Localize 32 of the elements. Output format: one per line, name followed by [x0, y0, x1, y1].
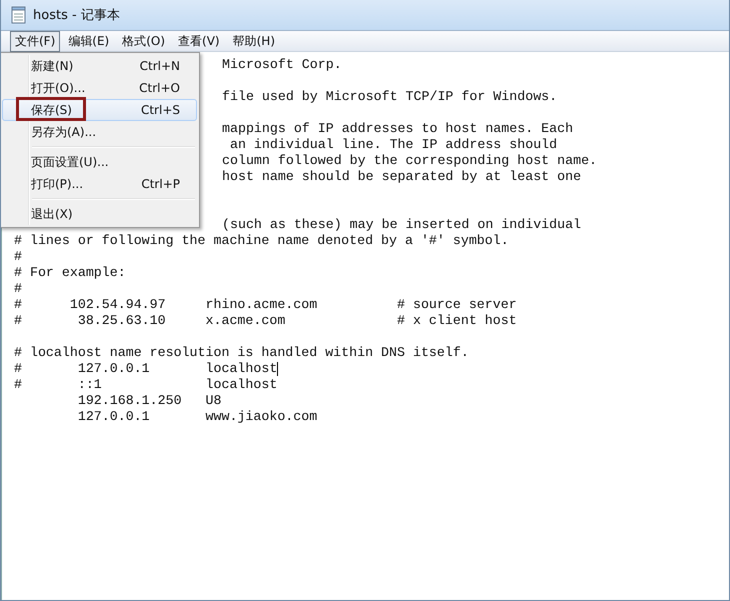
text-line: # 127.0.0.1 localhost	[14, 361, 278, 377]
text-line: # 102.54.94.97 rhino.acme.com # source server	[14, 297, 517, 313]
menu-bar-item[interactable]: 帮助(H)	[228, 30, 280, 52]
window-title: hosts - 记事本	[33, 7, 120, 24]
text-line: an individual line. The IP address should	[228, 137, 558, 153]
text-line: # 38.25.63.10 x.acme.com # x client host	[14, 313, 517, 329]
text-line: # For example:	[14, 265, 126, 281]
text-line: 192.168.1.250 U8	[76, 393, 222, 409]
menu-item[interactable]: 保存(S) Ctrl+S	[2, 99, 197, 121]
menu-item[interactable]: 页面设置(U)...	[2, 151, 197, 173]
text-line: mappings of IP addresses to host names. Each	[222, 121, 574, 137]
text-line: file used by Microsoft TCP/IP for Windows.	[222, 89, 558, 105]
text-line: # ::1 localhost	[14, 377, 278, 393]
text-line: Microsoft Corp.	[222, 57, 342, 73]
menu-bar-item[interactable]: 查看(V)	[173, 30, 225, 52]
text-line: column followed by the corresponding host name.	[222, 153, 598, 169]
text-line: #	[14, 249, 22, 265]
text-line: (such as these) may be inserted on individual	[222, 217, 582, 233]
text-line: #	[14, 281, 22, 297]
menu-bar-item[interactable]: 编辑(E)	[63, 30, 114, 52]
menu-item[interactable]: 另存为(A)...	[2, 121, 197, 143]
text-line: # lines or following the machine name denoted by a '#' symbol.	[14, 233, 509, 249]
menu-item[interactable]: 打开(O)... Ctrl+O	[2, 77, 197, 99]
menu-bar-item[interactable]: 文件(F)	[10, 30, 60, 52]
menu-item[interactable]: 新建(N) Ctrl+N	[2, 55, 197, 77]
text-line: 127.0.0.1 www.jiaoko.com	[76, 409, 318, 425]
text-line: host name should be separated by at least one	[222, 169, 582, 185]
menu-item[interactable]: 打印(P)... Ctrl+P	[2, 173, 197, 195]
text-line: # localhost name resolution is handled within DNS itself.	[14, 345, 469, 361]
menu-bar-item[interactable]: 格式(O)	[117, 30, 170, 52]
menu-item[interactable]: 退出(X)	[2, 203, 197, 225]
notepad-icon	[11, 6, 27, 24]
